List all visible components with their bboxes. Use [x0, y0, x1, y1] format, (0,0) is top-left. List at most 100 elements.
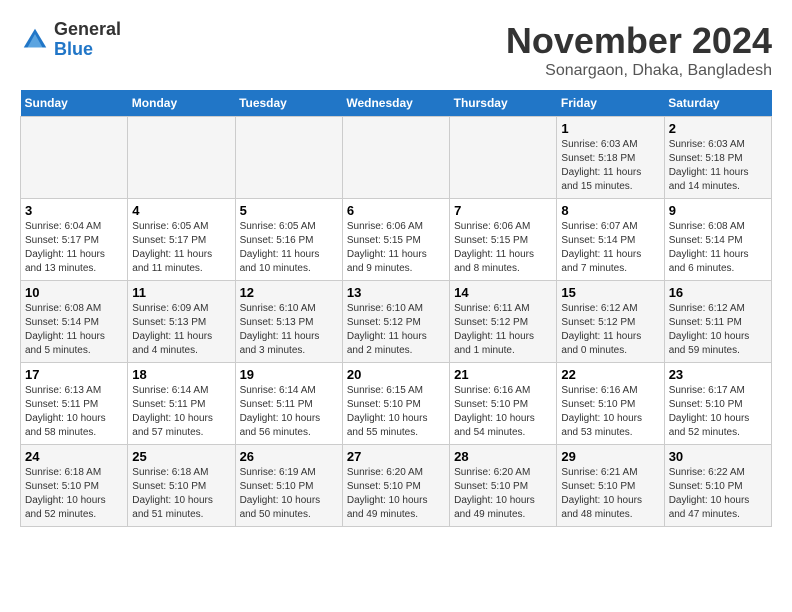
calendar-cell: 11 Sunrise: 6:09 AM Sunset: 5:13 PM Dayli… [128, 281, 235, 363]
calendar-cell [235, 117, 342, 199]
logo: General Blue [20, 20, 121, 60]
day-info: Sunrise: 6:12 AM Sunset: 5:11 PM Dayligh… [669, 302, 767, 358]
day-info: Sunrise: 6:07 AM Sunset: 5:14 PM Dayligh… [561, 220, 659, 276]
day-number: 18 [132, 367, 230, 382]
day-info: Sunrise: 6:17 AM Sunset: 5:10 PM Dayligh… [669, 384, 767, 440]
day-number: 4 [132, 203, 230, 218]
day-number: 8 [561, 203, 659, 218]
day-info: Sunrise: 6:19 AM Sunset: 5:10 PM Dayligh… [240, 466, 338, 522]
day-number: 2 [669, 121, 767, 136]
day-info: Sunrise: 6:22 AM Sunset: 5:10 PM Dayligh… [669, 466, 767, 522]
weekday-header-row: SundayMondayTuesdayWednesdayThursdayFrid… [21, 90, 772, 117]
day-info: Sunrise: 6:03 AM Sunset: 5:18 PM Dayligh… [561, 138, 659, 194]
weekday-header: Tuesday [235, 90, 342, 117]
day-number: 23 [669, 367, 767, 382]
day-number: 25 [132, 449, 230, 464]
day-number: 29 [561, 449, 659, 464]
calendar-cell: 6Sunrise: 6:06 AM Sunset: 5:15 PM Daylig… [342, 199, 449, 281]
day-info: Sunrise: 6:16 AM Sunset: 5:10 PM Dayligh… [561, 384, 659, 440]
calendar-cell: 10Sunrise: 6:08 AM Sunset: 5:14 PM Dayli… [21, 281, 128, 363]
day-number: 26 [240, 449, 338, 464]
calendar-cell: 19 Sunrise: 6:14 AM Sunset: 5:11 PM Dayli… [235, 363, 342, 445]
day-info: Sunrise: 6:20 AM Sunset: 5:10 PM Dayligh… [347, 466, 445, 522]
calendar-cell [450, 117, 557, 199]
day-number: 13 [347, 285, 445, 300]
calendar-cell: 2Sunrise: 6:03 AM Sunset: 5:18 PM Daylig… [664, 117, 771, 199]
day-number: 3 [25, 203, 123, 218]
calendar-cell [128, 117, 235, 199]
day-info: Sunrise: 6:16 AM Sunset: 5:10 PM Dayligh… [454, 384, 552, 440]
day-info: Sunrise: 6:20 AM Sunset: 5:10 PM Dayligh… [454, 466, 552, 522]
calendar-cell: 5 Sunrise: 6:05 AM Sunset: 5:16 PM Daylig… [235, 199, 342, 281]
day-number: 10 [25, 285, 123, 300]
day-number: 19 [240, 367, 338, 382]
logo-text: General Blue [54, 20, 121, 60]
location: Sonargaon, Dhaka, Bangladesh [506, 62, 772, 80]
day-number: 24 [25, 449, 123, 464]
calendar-cell [21, 117, 128, 199]
day-number: 20 [347, 367, 445, 382]
calendar-cell: 12 Sunrise: 6:10 AM Sunset: 5:13 PM Dayli… [235, 281, 342, 363]
day-number: 7 [454, 203, 552, 218]
day-info: Sunrise: 6:10 AM Sunset: 5:13 PM Dayligh… [240, 302, 338, 358]
day-number: 30 [669, 449, 767, 464]
calendar-week-row: 3 Sunrise: 6:04 AM Sunset: 5:17 PM Daylig… [21, 199, 772, 281]
calendar-week-row: 17Sunrise: 6:13 AM Sunset: 5:11 PM Dayli… [21, 363, 772, 445]
day-info: Sunrise: 6:15 AM Sunset: 5:10 PM Dayligh… [347, 384, 445, 440]
calendar-cell: 27 Sunrise: 6:20 AM Sunset: 5:10 PM Dayli… [342, 445, 449, 527]
calendar-table: SundayMondayTuesdayWednesdayThursdayFrid… [20, 90, 772, 527]
day-info: Sunrise: 6:08 AM Sunset: 5:14 PM Dayligh… [669, 220, 767, 276]
weekday-header: Thursday [450, 90, 557, 117]
day-number: 1 [561, 121, 659, 136]
logo-general: General [54, 20, 121, 40]
title-block: November 2024 Sonargaon, Dhaka, Banglade… [506, 20, 772, 80]
day-number: 9 [669, 203, 767, 218]
calendar-cell: 24 Sunrise: 6:18 AM Sunset: 5:10 PM Dayli… [21, 445, 128, 527]
weekday-header: Monday [128, 90, 235, 117]
day-info: Sunrise: 6:05 AM Sunset: 5:16 PM Dayligh… [240, 220, 338, 276]
day-info: Sunrise: 6:14 AM Sunset: 5:11 PM Dayligh… [240, 384, 338, 440]
day-number: 11 [132, 285, 230, 300]
day-number: 21 [454, 367, 552, 382]
calendar-cell: 16Sunrise: 6:12 AM Sunset: 5:11 PM Dayli… [664, 281, 771, 363]
calendar-cell: 15Sunrise: 6:12 AM Sunset: 5:12 PM Dayli… [557, 281, 664, 363]
day-number: 12 [240, 285, 338, 300]
day-number: 27 [347, 449, 445, 464]
weekday-header: Saturday [664, 90, 771, 117]
day-number: 15 [561, 285, 659, 300]
day-info: Sunrise: 6:11 AM Sunset: 5:12 PM Dayligh… [454, 302, 552, 358]
calendar-week-row: 1 Sunrise: 6:03 AM Sunset: 5:18 PM Daylig… [21, 117, 772, 199]
calendar-cell: 30 Sunrise: 6:22 AM Sunset: 5:10 PM Dayli… [664, 445, 771, 527]
day-info: Sunrise: 6:18 AM Sunset: 5:10 PM Dayligh… [132, 466, 230, 522]
page-header: General Blue November 2024 Sonargaon, Dh… [20, 20, 772, 80]
calendar-cell: 9 Sunrise: 6:08 AM Sunset: 5:14 PM Daylig… [664, 199, 771, 281]
calendar-cell: 17Sunrise: 6:13 AM Sunset: 5:11 PM Dayli… [21, 363, 128, 445]
day-info: Sunrise: 6:14 AM Sunset: 5:11 PM Dayligh… [132, 384, 230, 440]
day-info: Sunrise: 6:18 AM Sunset: 5:10 PM Dayligh… [25, 466, 123, 522]
day-info: Sunrise: 6:09 AM Sunset: 5:13 PM Dayligh… [132, 302, 230, 358]
calendar-cell: 20 Sunrise: 6:15 AM Sunset: 5:10 PM Dayli… [342, 363, 449, 445]
calendar-cell: 4Sunrise: 6:05 AM Sunset: 5:17 PM Daylig… [128, 199, 235, 281]
calendar-cell: 8 Sunrise: 6:07 AM Sunset: 5:14 PM Daylig… [557, 199, 664, 281]
day-number: 22 [561, 367, 659, 382]
day-number: 5 [240, 203, 338, 218]
day-info: Sunrise: 6:04 AM Sunset: 5:17 PM Dayligh… [25, 220, 123, 276]
calendar-cell: 26 Sunrise: 6:19 AM Sunset: 5:10 PM Dayli… [235, 445, 342, 527]
day-number: 17 [25, 367, 123, 382]
day-number: 14 [454, 285, 552, 300]
day-info: Sunrise: 6:10 AM Sunset: 5:12 PM Dayligh… [347, 302, 445, 358]
day-info: Sunrise: 6:06 AM Sunset: 5:15 PM Dayligh… [454, 220, 552, 276]
calendar-cell: 7 Sunrise: 6:06 AM Sunset: 5:15 PM Daylig… [450, 199, 557, 281]
calendar-cell: 25 Sunrise: 6:18 AM Sunset: 5:10 PM Dayli… [128, 445, 235, 527]
weekday-header: Friday [557, 90, 664, 117]
calendar-cell: 14 Sunrise: 6:11 AM Sunset: 5:12 PM Dayli… [450, 281, 557, 363]
logo-icon [20, 25, 50, 55]
calendar-cell: 3 Sunrise: 6:04 AM Sunset: 5:17 PM Daylig… [21, 199, 128, 281]
day-info: Sunrise: 6:21 AM Sunset: 5:10 PM Dayligh… [561, 466, 659, 522]
month-title: November 2024 [506, 20, 772, 62]
calendar-cell: 1 Sunrise: 6:03 AM Sunset: 5:18 PM Daylig… [557, 117, 664, 199]
calendar-cell: 13 Sunrise: 6:10 AM Sunset: 5:12 PM Dayli… [342, 281, 449, 363]
calendar-cell: 22 Sunrise: 6:16 AM Sunset: 5:10 PM Dayli… [557, 363, 664, 445]
weekday-header: Sunday [21, 90, 128, 117]
weekday-header: Wednesday [342, 90, 449, 117]
